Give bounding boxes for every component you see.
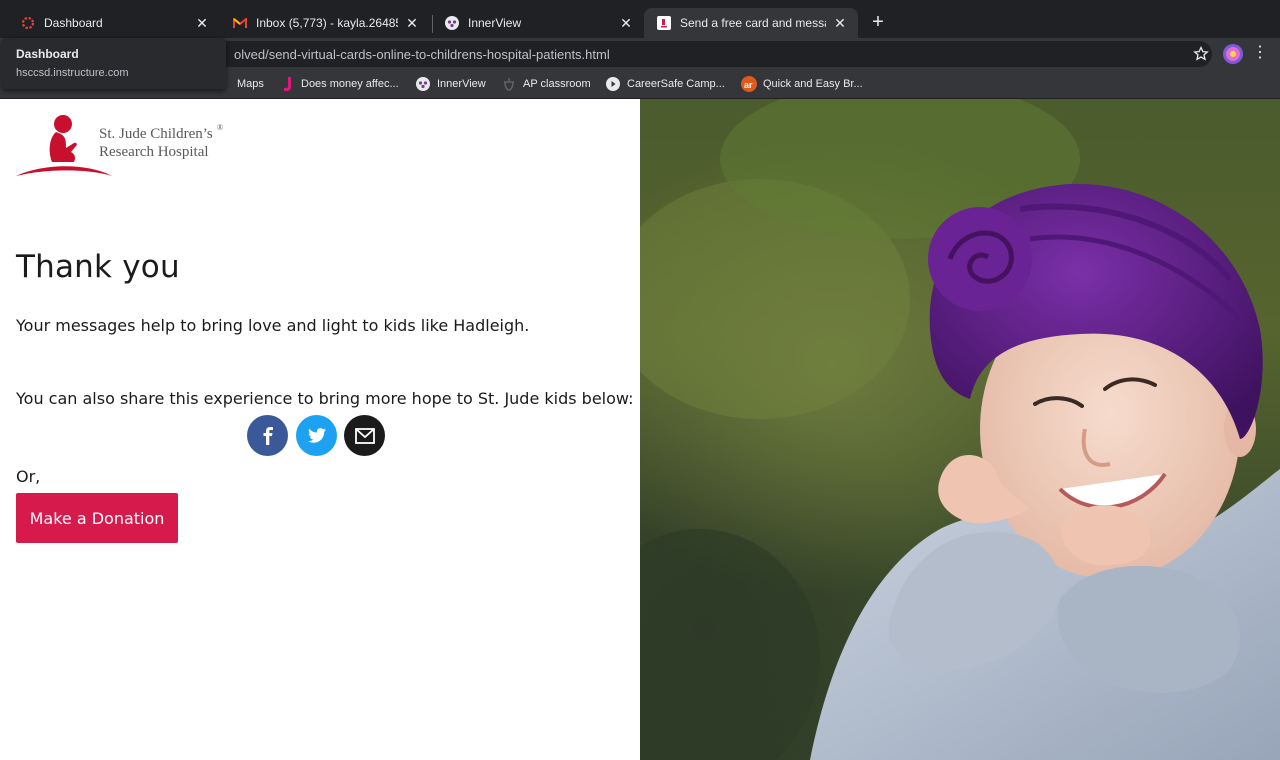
bookmark-label: Quick and Easy Br... [763,78,863,90]
web-page: St. Jude Children’s Research Hospital ® … [0,99,1280,760]
share-prompt: You can also share this experience to br… [16,389,634,408]
close-icon[interactable]: ✕ [404,15,420,31]
acorn-icon [501,76,517,92]
bookmark-label: Does money affec... [301,78,399,90]
logo-wordmark: St. Jude Children’s Research Hospital ® [99,123,223,161]
share-twitter-button[interactable] [296,415,337,456]
page-title: Thank you [16,249,180,285]
twitter-icon [307,428,326,443]
gmail-icon [232,15,248,31]
menu-kebab-icon[interactable]: ⋮ [1252,42,1268,64]
canvas-logo-icon [20,15,36,31]
logo-line-2: Research Hospital [99,144,209,160]
j-logo-icon [279,76,295,92]
tab-dashboard[interactable]: Dashboard ✕ [8,8,220,38]
bookmark-label: InnerView [437,78,486,90]
tab-title: Inbox (5,773) - kayla.26485861 [256,16,398,30]
close-icon[interactable]: ✕ [194,15,210,31]
close-icon[interactable]: ✕ [832,15,848,31]
content-panel: St. Jude Children’s Research Hospital ® … [0,99,640,760]
bookmark-money[interactable]: Does money affec... [279,75,399,93]
bookmark-label: Maps [237,78,264,90]
new-tab-button[interactable]: + [868,12,888,32]
tab-innerview[interactable]: InnerView ✕ [432,8,644,38]
st-jude-favicon-icon [656,15,672,31]
svg-text:ar: ar [744,80,753,90]
tooltip-title: Dashboard [16,47,79,61]
close-icon[interactable]: ✕ [618,15,634,31]
bookmark-maps[interactable]: Maps [237,75,264,93]
bookmark-label: AP classroom [523,78,591,90]
bookmark-label: CareerSafe Camp... [627,78,725,90]
innerview-icon [415,76,431,92]
bookmark-careersafe[interactable]: CareerSafe Camp... [605,75,725,93]
profile-avatar[interactable] [1223,44,1243,64]
tab-inbox[interactable]: Inbox (5,773) - kayla.26485861 ✕ [220,8,430,38]
hero-photo [640,99,1280,760]
play-circle-icon [605,76,621,92]
share-facebook-button[interactable] [247,415,288,456]
share-email-button[interactable] [344,415,385,456]
bookmark-quick-easy[interactable]: ar Quick and Easy Br... [741,75,863,93]
st-jude-child-logo-icon [16,115,112,176]
tab-send-card[interactable]: Send a free card and message ✕ [644,8,858,38]
make-donation-button[interactable]: Make a Donation [16,493,178,543]
st-jude-logo[interactable]: St. Jude Children’s Research Hospital ® [16,114,228,178]
or-label: Or, [16,467,41,486]
bookmark-innerview[interactable]: InnerView [415,75,486,93]
logo-line-1: St. Jude Children’s [99,126,213,142]
tab-title: Dashboard [44,16,103,30]
allrecipes-icon: ar [741,76,757,92]
tooltip-url: hsccsd.instructure.com [16,67,129,79]
registered-mark: ® [217,123,224,132]
innerview-icon [444,15,460,31]
patient-portrait-image [640,99,1280,760]
facebook-icon [263,426,273,445]
tab-title: Send a free card and message [680,16,826,30]
url-text[interactable]: olved/send-virtual-cards-online-to-child… [234,47,610,62]
tab-title: InnerView [468,16,522,30]
bookmark-ap-classroom[interactable]: AP classroom [501,75,591,93]
tab-strip: Dashboard ✕ Inbox (5,773) - kayla.264858… [0,0,1280,38]
email-icon [354,427,375,444]
star-icon[interactable] [1192,45,1210,63]
tab-hover-tooltip: Dashboard hsccsd.instructure.com [2,38,226,89]
thank-you-message: Your messages help to bring love and lig… [16,316,530,335]
